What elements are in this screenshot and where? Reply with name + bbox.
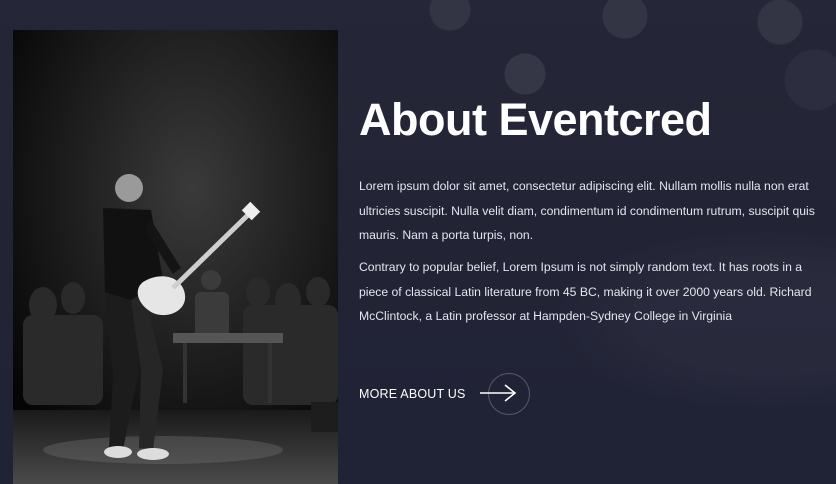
guitarist-photo (13, 30, 338, 484)
about-paragraph-1: Lorem ipsum dolor sit amet, consectetur … (359, 179, 815, 242)
more-about-us-label: MORE ABOUT US (359, 387, 466, 401)
section-title: About Eventcred (359, 94, 712, 145)
about-paragraph-2: Contrary to popular belief, Lorem Ipsum … (359, 260, 812, 323)
arrow-right-icon (478, 373, 530, 415)
about-section: About Eventcred Lorem ipsum dolor sit am… (359, 92, 829, 323)
more-about-us-link[interactable]: MORE ABOUT US (359, 373, 530, 415)
